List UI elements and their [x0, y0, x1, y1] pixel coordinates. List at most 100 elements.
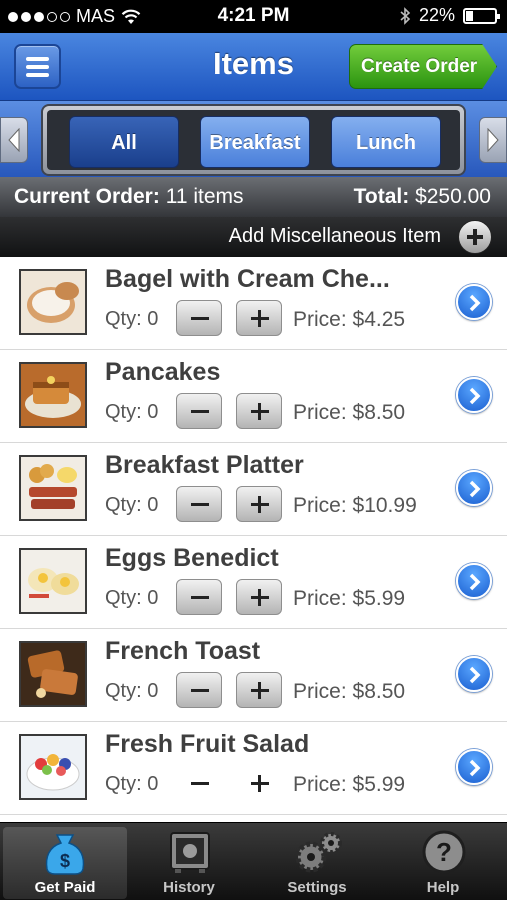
category-bar: All Breakfast Lunch: [0, 101, 507, 177]
navigation-header: Items Create Order: [0, 33, 507, 101]
tab-label: Get Paid: [34, 879, 96, 896]
fruit-salad-thumbnail: [19, 734, 87, 800]
tab-breakfast[interactable]: Breakfast: [200, 116, 310, 168]
item-list: Bagel with Cream Che... Qty: 0 Price: $4…: [0, 257, 507, 822]
battery-percent: 22%: [418, 5, 455, 25]
item-name: Breakfast Platter: [105, 451, 304, 479]
gears-icon: [295, 832, 342, 873]
total-label: Total:: [353, 185, 410, 208]
eggs-benedict-thumbnail: [19, 548, 87, 614]
tab-label: History: [163, 879, 215, 896]
money-bag-icon: $: [45, 834, 85, 875]
tab-lunch[interactable]: Lunch: [331, 116, 441, 168]
list-item[interactable]: Pancakes Qty: 0 Price: $8.50: [0, 350, 507, 443]
item-quantity: Qty: 0: [105, 494, 159, 516]
safe-icon: [170, 832, 210, 873]
decrease-quantity-button[interactable]: [176, 765, 222, 801]
increase-quantity-button[interactable]: [236, 579, 282, 615]
minus-icon: [191, 410, 209, 413]
item-price: Price: $5.99: [293, 773, 406, 796]
battery-icon: [463, 7, 500, 24]
chevron-left-icon: [8, 128, 20, 152]
chevron-right-icon: [469, 480, 481, 498]
breakfast-platter-thumbnail: [19, 455, 87, 521]
help-icon: ?: [422, 830, 466, 874]
increase-quantity-button[interactable]: [236, 300, 282, 336]
bagel-thumbnail: [19, 269, 87, 335]
tab-help[interactable]: ? Help: [381, 827, 505, 899]
item-quantity: Qty: 0: [105, 680, 159, 702]
decrease-quantity-button[interactable]: [176, 300, 222, 336]
tab-all[interactable]: All: [69, 116, 179, 168]
item-detail-button[interactable]: [456, 470, 492, 506]
item-name: French Toast: [105, 637, 261, 665]
increase-quantity-button[interactable]: [236, 672, 282, 708]
tab-settings[interactable]: Settings: [255, 827, 379, 899]
item-quantity: Qty: 0: [105, 773, 159, 795]
item-detail-button[interactable]: [456, 377, 492, 413]
status-bar: MAS 4:21 PM 22%: [0, 0, 507, 33]
scroll-left-button[interactable]: [0, 117, 28, 163]
item-name: Bagel with Cream Che...: [105, 265, 390, 293]
total-amount: $250.00: [415, 185, 491, 208]
increase-quantity-button[interactable]: [236, 393, 282, 429]
item-name: Eggs Benedict: [105, 544, 279, 572]
current-order-label: Current Order:: [14, 185, 160, 208]
chevron-right-icon: [469, 294, 481, 312]
minus-icon: [191, 782, 209, 785]
item-name: Pancakes: [105, 358, 221, 386]
chevron-right-icon: [469, 666, 481, 684]
minus-icon: [191, 596, 209, 599]
svg-text:$: $: [60, 851, 70, 871]
chevron-right-icon: [469, 573, 481, 591]
item-detail-button[interactable]: [456, 284, 492, 320]
decrease-quantity-button[interactable]: [176, 393, 222, 429]
order-summary: Current Order: 11 items Total: $250.00: [0, 177, 507, 217]
add-miscellaneous-item-label: Add Miscellaneous Item: [228, 225, 441, 247]
item-price: Price: $8.50: [293, 680, 406, 703]
item-quantity: Qty: 0: [105, 401, 159, 423]
item-quantity: Qty: 0: [105, 587, 159, 609]
item-price: Price: $8.50: [293, 401, 406, 424]
decrease-quantity-button[interactable]: [176, 579, 222, 615]
category-tabs: All Breakfast Lunch: [41, 104, 466, 176]
decrease-quantity-button[interactable]: [176, 486, 222, 522]
item-name: Fresh Fruit Salad: [105, 730, 310, 758]
french-toast-thumbnail: [19, 641, 87, 707]
item-price: Price: $5.99: [293, 587, 406, 610]
item-detail-button[interactable]: [456, 749, 492, 785]
tab-label: Settings: [287, 879, 347, 896]
chevron-right-icon: [469, 759, 481, 777]
item-detail-button[interactable]: [456, 563, 492, 599]
add-miscellaneous-item-row[interactable]: Add Miscellaneous Item: [0, 217, 507, 257]
current-order-count: 11 items: [165, 185, 244, 208]
tab-get-paid[interactable]: $ Get Paid: [3, 827, 127, 899]
minus-icon: [191, 689, 209, 692]
tab-history[interactable]: History: [127, 827, 251, 899]
list-item[interactable]: Fresh Fruit Salad Qty: 0 Price: $5.99: [0, 722, 507, 815]
scroll-right-button[interactable]: [479, 117, 507, 163]
create-order-button[interactable]: Create Order: [349, 44, 497, 89]
minus-icon: [191, 503, 209, 506]
chevron-right-icon: [469, 387, 481, 405]
list-item[interactable]: [0, 815, 507, 822]
chevron-right-icon: [487, 128, 499, 152]
list-item[interactable]: Eggs Benedict Qty: 0 Price: $5.99: [0, 536, 507, 629]
decrease-quantity-button[interactable]: [176, 672, 222, 708]
list-item[interactable]: French Toast Qty: 0 Price: $8.50: [0, 629, 507, 722]
increase-quantity-button[interactable]: [236, 486, 282, 522]
add-circle-icon[interactable]: [458, 220, 492, 254]
minus-icon: [191, 317, 209, 320]
tab-label: Help: [426, 879, 460, 896]
item-quantity: Qty: 0: [105, 308, 159, 330]
item-price: Price: $4.25: [293, 308, 406, 331]
increase-quantity-button[interactable]: [236, 765, 282, 801]
list-item[interactable]: Bagel with Cream Che... Qty: 0 Price: $4…: [0, 257, 507, 350]
bluetooth-icon: [400, 6, 411, 25]
svg-text:?: ?: [436, 837, 452, 867]
list-item[interactable]: Breakfast Platter Qty: 0 Price: $10.99: [0, 443, 507, 536]
tab-bar: $ Get Paid History Settings ? Help: [0, 822, 507, 900]
pancakes-thumbnail: [19, 362, 87, 428]
item-price: Price: $10.99: [293, 494, 417, 517]
item-detail-button[interactable]: [456, 656, 492, 692]
